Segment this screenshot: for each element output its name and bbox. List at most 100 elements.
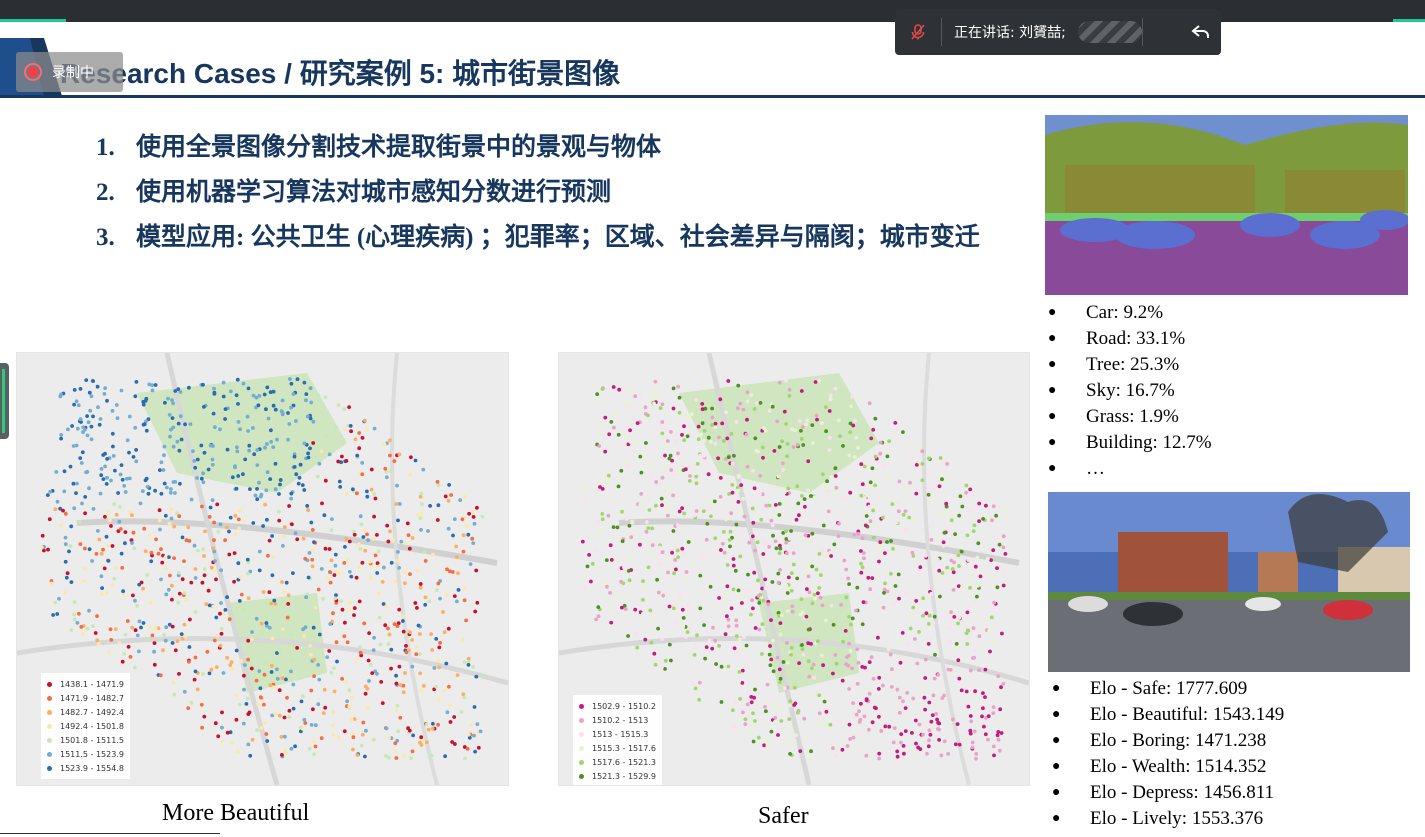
- recording-indicator[interactable]: 录制中: [16, 52, 123, 92]
- map-point: [759, 517, 764, 522]
- map-point: [745, 702, 750, 707]
- map-point: [878, 440, 883, 445]
- map-point: [406, 533, 411, 538]
- map-point: [419, 528, 423, 532]
- map-point: [792, 685, 797, 690]
- map-point: [302, 634, 306, 639]
- map-point: [653, 662, 658, 667]
- map-point: [778, 706, 783, 710]
- map-point: [774, 515, 778, 520]
- map-point: [671, 386, 676, 391]
- map-point: [667, 456, 672, 461]
- map-point: [259, 621, 264, 626]
- map-point: [826, 509, 831, 514]
- map-point: [105, 457, 109, 461]
- map-point: [855, 681, 860, 686]
- map-point: [717, 435, 721, 440]
- map-point: [957, 616, 962, 620]
- map-point: [357, 542, 361, 546]
- map-point: [319, 736, 324, 740]
- map-point: [380, 701, 385, 705]
- map-point: [180, 577, 185, 582]
- map-point: [259, 726, 264, 730]
- map-point: [652, 617, 656, 622]
- map-point: [258, 494, 263, 499]
- map-point: [787, 537, 792, 541]
- map-point: [751, 520, 756, 525]
- map-point: [914, 463, 919, 467]
- muted-mic-icon[interactable]: [895, 9, 941, 55]
- map-point: [107, 650, 111, 655]
- map-point: [960, 585, 964, 590]
- map-point: [724, 592, 728, 596]
- map-point: [183, 634, 188, 639]
- map-point: [404, 650, 409, 655]
- map-point: [182, 622, 187, 627]
- map-point: [192, 677, 197, 682]
- map-point: [235, 449, 240, 454]
- map-point: [245, 696, 250, 701]
- map-point: [917, 570, 921, 575]
- map-point: [675, 523, 680, 527]
- map-point: [815, 417, 819, 422]
- map-point: [681, 624, 686, 629]
- map-point: [903, 706, 908, 710]
- slide-points: 1. 使用全景图像分割技术提取街景中的景观与物体 2. 使用机器学习算法对城市感知分…: [96, 130, 980, 265]
- map-point: [214, 577, 218, 582]
- map-point: [663, 667, 667, 671]
- map-point: [133, 628, 138, 633]
- map-point: [936, 720, 940, 725]
- map-point: [304, 392, 309, 396]
- map-point: [53, 507, 58, 512]
- map-point: [267, 625, 272, 630]
- bullet-icon: ●: [1048, 435, 1057, 450]
- map-point: [388, 453, 392, 458]
- map-point: [812, 592, 817, 597]
- map-point: [676, 555, 680, 559]
- map-point: [383, 623, 388, 628]
- map-point: [158, 673, 163, 678]
- map-point: [846, 663, 851, 668]
- map-point: [660, 420, 665, 424]
- map-point: [265, 517, 269, 522]
- map-point: [264, 732, 269, 736]
- map-point: [152, 649, 157, 654]
- map-point: [848, 430, 853, 434]
- map-point: [144, 637, 149, 641]
- map-point: [66, 427, 70, 432]
- map-point: [165, 485, 169, 490]
- map-point: [152, 641, 157, 645]
- map-point: [178, 390, 183, 394]
- map-point: [954, 642, 959, 646]
- map-point: [856, 446, 860, 450]
- back-arrow-icon[interactable]: [1181, 9, 1221, 55]
- side-panel-handle[interactable]: [0, 363, 9, 439]
- map-point: [649, 640, 654, 645]
- legend-swatch: [579, 773, 584, 779]
- map-point: [846, 653, 851, 658]
- map-point: [738, 637, 742, 642]
- map-point: [431, 721, 435, 726]
- map-point: [403, 581, 407, 586]
- map-point: [289, 491, 294, 496]
- map-point: [287, 715, 292, 719]
- map-point: [280, 398, 285, 403]
- map-point: [784, 537, 789, 541]
- map-point: [145, 484, 150, 489]
- map-point: [722, 550, 727, 555]
- map-point: [653, 379, 658, 384]
- map-point: [819, 653, 824, 658]
- map-point: [452, 715, 457, 719]
- map-point: [664, 426, 669, 431]
- map-point: [858, 717, 863, 722]
- map-point: [189, 497, 194, 502]
- map-point: [696, 437, 701, 442]
- map-point: [104, 482, 109, 486]
- map-point: [269, 439, 273, 444]
- map-point: [247, 443, 252, 448]
- map-point: [214, 633, 219, 638]
- map-point: [664, 502, 669, 507]
- map-point: [166, 587, 171, 592]
- map-point: [264, 617, 269, 622]
- map-point: [236, 517, 241, 522]
